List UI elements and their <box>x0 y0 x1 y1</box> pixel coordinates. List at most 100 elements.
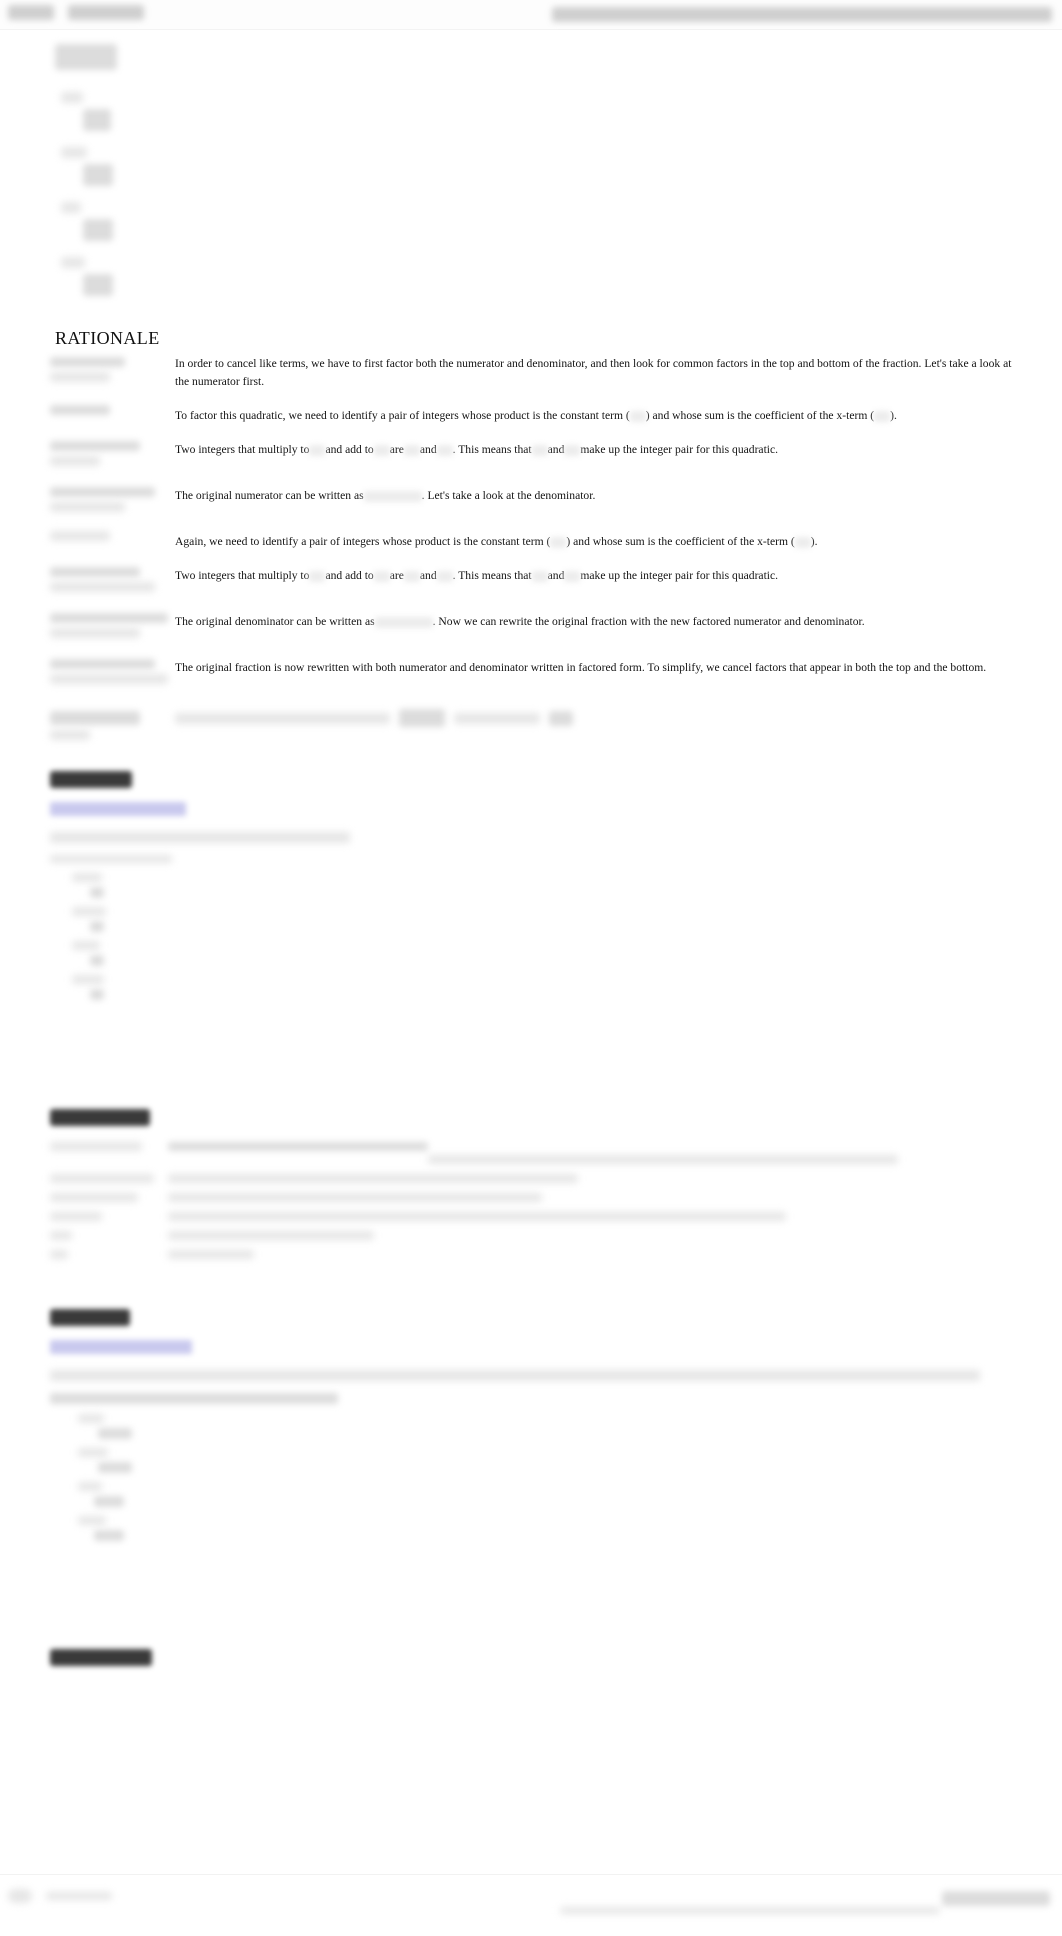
rationale-text-part: make up the integer pair for this quadra… <box>580 568 779 582</box>
redacted-factored-denominator <box>374 616 433 628</box>
rationale-text: Two integers that multiply to and add to a… <box>175 567 1015 585</box>
rationale-paragraph <box>50 709 1015 745</box>
rationale-text-part: Two integers that multiply to <box>175 568 310 582</box>
rationale-text-part: ) and whose sum is the coefficient of th… <box>645 408 875 422</box>
option-value <box>94 1496 124 1507</box>
rationale-text-part: make up the integer pair for this quadra… <box>580 442 779 456</box>
rationale-paragraph: The original fraction is now rewritten w… <box>50 658 1015 689</box>
footer-logo-icon <box>8 1889 32 1904</box>
rationale-paragraph: Two integers that multiply to and add to a… <box>50 566 1015 597</box>
rationale-body: In order to cancel like terms, we have t… <box>50 355 1015 753</box>
redacted-product-2 <box>309 570 326 582</box>
redacted-final-text-a <box>175 712 390 724</box>
choice-letter-b <box>61 147 87 158</box>
rationale-text-part: . Now we can rewrite the original fracti… <box>432 614 865 628</box>
header-url-text[interactable] <box>552 6 1052 22</box>
option-letter[interactable] <box>78 1414 104 1423</box>
rationale-expression <box>50 658 175 689</box>
option-letter[interactable] <box>72 907 106 916</box>
rationale-paragraph: The original numerator can be written as… <box>50 486 1015 517</box>
footer-left-group <box>8 1887 112 1905</box>
redacted-int-5 <box>403 570 420 582</box>
option-value <box>98 1428 132 1439</box>
rationale-expression <box>50 612 175 643</box>
redacted-constant-term <box>629 410 646 422</box>
section-3-subtext <box>50 1393 338 1404</box>
redacted-final-answer <box>548 710 573 726</box>
option-letter[interactable] <box>72 941 100 950</box>
section-3-option-list <box>50 1414 1015 1541</box>
answer-choice-c[interactable] <box>55 202 375 241</box>
rationale-text <box>175 709 1015 728</box>
answer-choice-b[interactable] <box>55 147 375 186</box>
option-letter[interactable] <box>72 975 104 984</box>
redacted-final-text-b <box>453 712 540 724</box>
option-letter[interactable] <box>78 1448 108 1457</box>
footer-center-text <box>560 1906 940 1914</box>
rationale-paragraph: Two integers that multiply to and add to a… <box>50 440 1015 471</box>
option-letter[interactable] <box>72 873 102 882</box>
section-2-badge <box>50 1108 150 1126</box>
footer-bar <box>0 1874 1062 1936</box>
section-4-badge <box>50 1648 152 1666</box>
section-1-link[interactable] <box>50 802 186 816</box>
definition-row <box>50 1193 1015 1202</box>
rationale-expression <box>50 530 175 546</box>
choice-letter-d <box>61 257 85 268</box>
footer-right-text[interactable] <box>942 1890 1050 1906</box>
definition-row <box>50 1250 1015 1259</box>
section-1-subtext <box>50 855 172 863</box>
choice-letter-c <box>61 202 81 213</box>
redacted-constant-term-2 <box>550 536 567 548</box>
redacted-sum <box>373 444 390 456</box>
rationale-text-part: Again, we need to identify a pair of int… <box>175 534 551 548</box>
rationale-text: The original numerator can be written as… <box>175 487 1015 505</box>
section-1 <box>50 770 1015 1000</box>
rationale-text-part: Two integers that multiply to <box>175 442 310 456</box>
definition-term <box>50 1142 168 1151</box>
header-app-name[interactable] <box>8 5 54 20</box>
rationale-text-part: are <box>389 442 404 456</box>
choice-letter-a <box>61 92 83 103</box>
redacted-int-4 <box>564 444 581 456</box>
option-value <box>90 921 104 932</box>
rationale-text-part: and <box>547 568 565 582</box>
rationale-text-part: . Let's take a look at the denominator. <box>421 488 596 502</box>
rationale-text-part: and <box>419 442 437 456</box>
choice-formula-c <box>83 219 113 241</box>
redacted-int-6 <box>436 570 453 582</box>
definition-description <box>168 1250 1015 1259</box>
answer-choice-list <box>55 44 375 303</box>
definition-row <box>50 1212 1015 1221</box>
option-letter[interactable] <box>78 1482 102 1491</box>
definition-description <box>168 1212 1015 1221</box>
rationale-text-part: ). <box>890 408 897 422</box>
redacted-int-8 <box>564 570 581 582</box>
section-1-badge <box>50 770 132 788</box>
question-stem <box>55 44 117 70</box>
choice-formula-a <box>83 109 111 131</box>
choice-formula-d <box>83 274 113 296</box>
rationale-text: In order to cancel like terms, we have t… <box>175 357 1012 388</box>
answer-choice-a[interactable] <box>55 92 375 131</box>
section-3-lead <box>50 1370 980 1381</box>
definition-row <box>50 1174 1015 1183</box>
definition-term <box>50 1174 168 1183</box>
rationale-paragraph: The original denominator can be written … <box>50 612 1015 643</box>
header-menu-item[interactable] <box>68 5 144 20</box>
section-3-link[interactable] <box>50 1340 192 1354</box>
rationale-expression <box>50 486 175 517</box>
option-value <box>94 1530 124 1541</box>
definition-term <box>50 1193 168 1202</box>
redacted-int-7 <box>531 570 548 582</box>
definition-row <box>50 1231 1015 1240</box>
option-value <box>98 1462 132 1473</box>
rationale-paragraph: To factor this quadratic, we need to ide… <box>50 404 1015 425</box>
rationale-expression <box>50 566 175 597</box>
redacted-int-1 <box>403 444 420 456</box>
answer-choice-d[interactable] <box>55 257 375 296</box>
app-header-bar <box>0 0 1062 30</box>
rationale-text: To factor this quadratic, we need to ide… <box>175 407 1015 425</box>
option-letter[interactable] <box>78 1516 106 1525</box>
rationale-text: Again, we need to identify a pair of int… <box>175 533 1015 551</box>
